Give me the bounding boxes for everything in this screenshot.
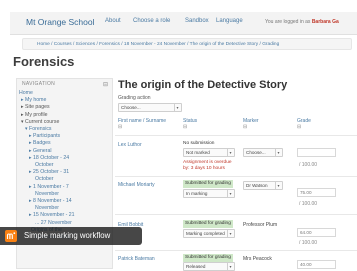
row-divider: [115, 135, 357, 136]
student-name-link[interactable]: Michael Moriarty: [118, 182, 155, 188]
nav-item[interactable]: ▸ Participants: [29, 133, 60, 139]
nav-sandbox[interactable]: Sandbox: [185, 18, 209, 24]
nav-item[interactable]: ▸ 15 November - 21: [29, 212, 75, 218]
nav-item[interactable]: ▸ My profile: [21, 112, 48, 118]
login-text: You are logged in as: [265, 19, 311, 25]
workflow-state-select[interactable]: Released ▾: [183, 262, 235, 271]
marker-select[interactable]: Choose... ▾: [243, 148, 283, 157]
navigation-header: NAVIGATION: [22, 81, 56, 87]
status-badge: Submitted for grading: [183, 180, 233, 188]
nav-item[interactable]: ▸ 25 October - 31: [29, 169, 69, 175]
row-divider: [115, 176, 357, 177]
chevron-down-icon: ▾: [227, 230, 233, 237]
marker-value: Dr Watson: [246, 183, 268, 188]
top-navbar: Mt Orange School About Choose a role San…: [10, 12, 357, 35]
marker-select[interactable]: Dr Watson ▾: [243, 181, 283, 190]
nav-item[interactable]: ▾ Current course: [21, 119, 59, 125]
status-text: No submission: [183, 141, 215, 146]
nav-item[interactable]: ▾ Forensics: [25, 126, 52, 132]
collapse-icon[interactable]: ⊟: [183, 124, 187, 130]
grade-input[interactable]: [297, 148, 336, 157]
workflow-state-select[interactable]: Not marked ▾: [183, 148, 235, 157]
workflow-state-value: Not marked: [186, 150, 210, 155]
grade-max: / 100.00: [299, 201, 318, 207]
row-divider: [115, 250, 357, 251]
student-name-link[interactable]: Lex Luthor: [118, 142, 142, 148]
collapse-icon[interactable]: ⊟: [297, 124, 301, 130]
nav-about[interactable]: About: [105, 18, 121, 24]
nav-item[interactable]: ▸ General: [29, 148, 52, 154]
nav-item[interactable]: ▸ 8 November - 14: [29, 198, 72, 204]
chevron-down-icon: ▾: [275, 149, 281, 156]
nav-item[interactable]: ... 27 November: [35, 220, 72, 226]
page-title: Forensics: [13, 54, 75, 69]
collapse-icon[interactable]: ⊟: [118, 124, 122, 130]
chevron-down-icon: ▾: [227, 149, 233, 156]
feature-banner: Simple marking workflow: [0, 227, 142, 245]
banner-text: Simple marking workflow: [24, 231, 111, 240]
login-info: You are logged in as Barbara Ga: [265, 19, 339, 25]
nav-item[interactable]: ▸ Site pages: [21, 104, 50, 110]
grade-max: / 100.00: [299, 162, 318, 168]
nav-language[interactable]: Language: [216, 18, 243, 24]
assignment-title: The origin of the Detective Story: [118, 79, 288, 91]
chevron-down-icon: ▾: [227, 190, 233, 197]
nav-item[interactable]: ▸ Badges: [29, 140, 51, 146]
nav-item[interactable]: November: [35, 205, 59, 211]
collapse-icon[interactable]: ⊟: [243, 124, 247, 130]
login-user-link[interactable]: Barbara Ga: [312, 19, 339, 25]
status-badge: Submitted for grading: [183, 254, 233, 262]
grade-input[interactable]: 64.00: [297, 228, 336, 237]
marker-name: Mrs Peacock: [243, 256, 272, 262]
chevron-down-icon: ▾: [174, 104, 180, 111]
nav-item[interactable]: ▸ My home: [21, 97, 46, 103]
marker-value: Choose...: [246, 150, 266, 155]
workflow-state-value: Marking completed: [186, 231, 225, 236]
grade-max: / 100.00: [299, 240, 318, 246]
grading-action-label: Grading action: [118, 95, 151, 101]
workflow-state-select[interactable]: Marking completed ▾: [183, 229, 235, 238]
student-name-link[interactable]: Patrick Bateman: [118, 256, 155, 262]
status-badge: Submitted for grading: [183, 220, 233, 228]
nav-choose-role[interactable]: Choose a role: [133, 18, 170, 24]
moodle-logo-icon: [5, 230, 17, 242]
block-menu-icon[interactable]: ⊟: [103, 81, 108, 88]
chevron-down-icon: ▾: [275, 182, 281, 189]
nav-item[interactable]: October: [35, 162, 53, 168]
nav-item[interactable]: ▸ 1 November - 7: [29, 184, 69, 190]
nav-item[interactable]: October: [35, 176, 53, 182]
workflow-state-value: Released: [186, 264, 206, 269]
overdue-duration-text: by: 3 days 10 hours: [183, 166, 225, 171]
workflow-state-select[interactable]: In marking ▾: [183, 189, 235, 198]
grade-input[interactable]: 75.00: [297, 188, 336, 197]
column-header-name[interactable]: First name / Surname: [118, 118, 166, 124]
nav-item[interactable]: ▸ 18 October - 24: [29, 155, 69, 161]
breadcrumb[interactable]: Home / Courses / Sciences / Forensics / …: [22, 38, 352, 50]
workflow-state-value: In marking: [186, 191, 208, 196]
grading-action-value: Choose...: [121, 105, 141, 110]
row-divider: [115, 214, 357, 215]
grade-input[interactable]: 40.00: [297, 260, 336, 269]
nav-item[interactable]: Home: [19, 90, 33, 96]
nav-item[interactable]: November: [35, 191, 59, 197]
marker-name: Professor Plum: [243, 222, 278, 228]
grading-action-select[interactable]: Choose... ▾: [118, 103, 182, 112]
site-brand-link[interactable]: Mt Orange School: [26, 17, 95, 27]
